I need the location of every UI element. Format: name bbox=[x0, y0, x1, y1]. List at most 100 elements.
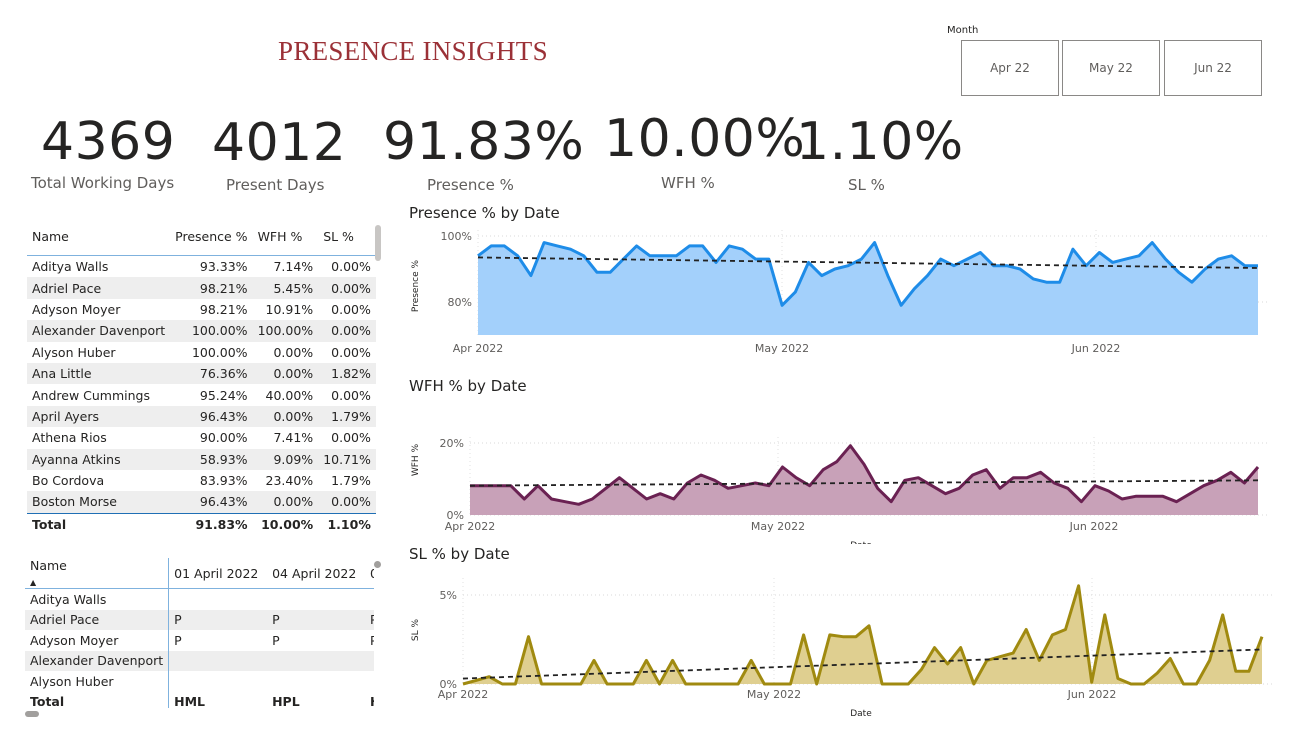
cell-wfh: 7.41% bbox=[273, 430, 314, 446]
cell-name: Alyson Huber bbox=[32, 344, 116, 360]
cell-name: Boston Morse bbox=[27, 491, 171, 514]
cell-wfh: 100.00% bbox=[252, 320, 319, 342]
x-tick-label: Jun 2022 bbox=[1067, 688, 1117, 701]
series-area bbox=[478, 242, 1258, 335]
matrix-header-date-3[interactable]: 05 A bbox=[365, 558, 374, 589]
cell-name: Ayanna Atkins bbox=[27, 448, 171, 470]
cell-presence: 95.24% bbox=[199, 387, 248, 403]
kpi-present-days-label: Present Days bbox=[226, 176, 325, 194]
matrix-total-1: HML bbox=[174, 694, 206, 708]
table-row[interactable]: Ayanna Atkins 58.93% 9.09% 10.71% bbox=[27, 448, 376, 470]
x-tick-label: Apr 2022 bbox=[445, 520, 496, 533]
y-axis-label: WFH % bbox=[411, 443, 421, 476]
kpi-total-working-days-value: 4369 bbox=[41, 112, 176, 172]
month-option-may-22[interactable]: May 22 bbox=[1062, 40, 1160, 96]
matrix-total-label: Total bbox=[25, 691, 170, 708]
cell-name: Bo Cordova bbox=[32, 473, 105, 489]
matrix-header-date-2[interactable]: 04 April 2022 bbox=[267, 558, 365, 589]
matrix-cell-status: P bbox=[174, 612, 182, 628]
matrix-row[interactable]: Alyson Huber bbox=[25, 671, 374, 692]
y-tick-label: 5% bbox=[440, 589, 457, 602]
y-tick-label: 20% bbox=[440, 437, 464, 450]
matrix-cell-status bbox=[267, 651, 365, 672]
cell-presence: 83.93% bbox=[199, 473, 248, 489]
col-header-presence[interactable]: Presence % bbox=[170, 217, 252, 256]
cell-presence: 100.00% bbox=[191, 344, 248, 360]
x-tick-label: May 2022 bbox=[747, 688, 801, 701]
chart-title-wfh: WFH % by Date bbox=[409, 377, 527, 395]
matrix-cell-status: P bbox=[272, 612, 280, 628]
matrix-scroll-thumb[interactable] bbox=[374, 561, 381, 568]
matrix-cell-status bbox=[365, 671, 374, 692]
matrix-row[interactable]: Adyson Moyer P P P bbox=[25, 630, 374, 651]
matrix-hscroll-thumb[interactable] bbox=[25, 711, 39, 717]
x-tick-label: Apr 2022 bbox=[453, 342, 504, 355]
table-row[interactable]: Adyson Moyer 98.21% 10.91% 0.00% bbox=[27, 299, 376, 320]
month-option-apr-22[interactable]: Apr 22 bbox=[961, 40, 1059, 96]
cell-name: Adyson Moyer bbox=[32, 301, 121, 317]
attendance-matrix: Name▲ 01 April 2022 04 April 2022 05 A A… bbox=[25, 558, 374, 708]
table-row[interactable]: Boston Morse 96.43% 0.00% 0.00% bbox=[27, 491, 376, 514]
x-tick-label: Apr 2022 bbox=[438, 688, 489, 701]
total-presence: 91.83% bbox=[170, 512, 253, 536]
matrix-cell-status: P bbox=[174, 632, 182, 648]
matrix-total-2: HPL bbox=[272, 694, 300, 708]
cell-presence: 98.21% bbox=[170, 277, 253, 299]
cell-sl: 0.00% bbox=[331, 430, 371, 446]
cell-wfh: 0.00% bbox=[273, 344, 314, 360]
x-tick-label: May 2022 bbox=[751, 520, 805, 533]
matrix-cell-name: Alexander Davenport bbox=[25, 650, 170, 671]
x-tick-label: Jun 2022 bbox=[1071, 342, 1121, 355]
col-header-name[interactable]: Name bbox=[27, 217, 170, 256]
chart-title-presence: Presence % by Date bbox=[409, 204, 560, 222]
cell-sl: 0.00% bbox=[331, 344, 371, 360]
table-row[interactable]: Bo Cordova 83.93% 23.40% 1.79% bbox=[27, 470, 376, 491]
cell-name: April Ayers bbox=[27, 405, 171, 428]
table-row[interactable]: Andrew Cummings 95.24% 40.00% 0.00% bbox=[27, 384, 376, 405]
matrix-cell-status: P bbox=[272, 632, 280, 648]
cell-sl: 1.79% bbox=[331, 473, 371, 489]
cell-sl: 1.79% bbox=[318, 405, 376, 428]
cell-wfh: 9.09% bbox=[252, 448, 319, 470]
matrix-row[interactable]: Aditya Walls bbox=[25, 588, 374, 610]
kpi-presence-label: Presence % bbox=[427, 176, 514, 194]
table-row[interactable]: Aditya Walls 93.33% 7.14% 0.00% bbox=[27, 256, 376, 278]
cell-presence: 98.21% bbox=[199, 301, 248, 317]
y-tick-label: 80% bbox=[448, 296, 472, 309]
cell-name: Alexander Davenport bbox=[27, 320, 171, 342]
cell-name: Athena Rios bbox=[32, 430, 107, 446]
cell-presence: 90.00% bbox=[199, 430, 248, 446]
cell-name: Andrew Cummings bbox=[32, 387, 151, 403]
matrix-cell-status: P bbox=[370, 632, 374, 648]
cell-sl: 0.00% bbox=[318, 491, 376, 514]
matrix-cell-status bbox=[365, 589, 374, 610]
table-row[interactable]: April Ayers 96.43% 0.00% 1.79% bbox=[27, 405, 376, 428]
wfh-chart: 20%0%Apr 2022May 2022Jun 2022WFH %Date bbox=[411, 437, 1268, 544]
matrix-header-name[interactable]: Name ▲ bbox=[25, 558, 170, 589]
cell-name: Aditya Walls bbox=[32, 259, 109, 275]
month-option-jun-22[interactable]: Jun 22 bbox=[1164, 40, 1262, 96]
cell-presence: 76.36% bbox=[170, 362, 253, 385]
table-scrollbar[interactable] bbox=[375, 225, 381, 261]
sort-arrow-icon: ▲ bbox=[30, 578, 37, 587]
table-row[interactable]: Alexander Davenport 100.00% 100.00% 0.00% bbox=[27, 320, 376, 342]
matrix-cell-status bbox=[365, 651, 374, 672]
matrix-cell-name: Aditya Walls bbox=[25, 588, 170, 610]
table-row[interactable]: Athena Rios 90.00% 7.41% 0.00% bbox=[27, 427, 376, 448]
matrix-row[interactable]: Adriel Pace P P P bbox=[25, 609, 374, 630]
table-row[interactable]: Adriel Pace 98.21% 5.45% 0.00% bbox=[27, 277, 376, 299]
cell-sl: 0.00% bbox=[318, 277, 376, 299]
table-row[interactable]: Ana Little 76.36% 0.00% 1.82% bbox=[27, 362, 376, 385]
col-header-wfh[interactable]: WFH % bbox=[253, 217, 319, 256]
col-header-sl[interactable]: SL % bbox=[318, 217, 376, 256]
cell-name: Ana Little bbox=[27, 362, 171, 385]
table-row[interactable]: Alyson Huber 100.00% 0.00% 0.00% bbox=[27, 342, 376, 363]
matrix-cell-name: Adriel Pace bbox=[25, 609, 170, 630]
total-label: Total bbox=[27, 512, 171, 536]
kpi-total-working-days-label: Total Working Days bbox=[31, 174, 175, 192]
x-tick-label: May 2022 bbox=[755, 342, 809, 355]
matrix-row[interactable]: Alexander Davenport bbox=[25, 650, 374, 672]
y-axis-label: Presence % bbox=[411, 259, 421, 312]
matrix-header-date-1[interactable]: 01 April 2022 bbox=[169, 558, 267, 589]
page-title: PRESENCE INSIGHTS bbox=[278, 36, 548, 66]
